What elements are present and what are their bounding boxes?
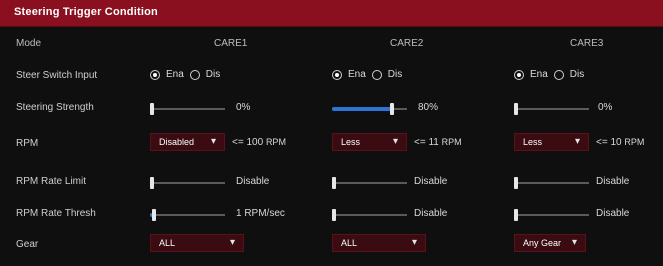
radio-dis-label: Dis	[205, 69, 221, 80]
slider-thumb[interactable]	[514, 103, 518, 115]
rpm-select-care2[interactable]: Less ▾	[332, 133, 407, 151]
rpm-op: <=	[232, 137, 244, 148]
title-bar: Steering Trigger Condition	[0, 0, 663, 27]
steering-trigger-panel: Steering Trigger Condition Mode CARE1 CA…	[0, 0, 663, 266]
slider-thumb[interactable]	[390, 103, 394, 115]
label-steer-switch-input: Steer Switch Input	[16, 70, 98, 81]
rpm-value: 100	[246, 137, 264, 148]
chevron-down-icon: ▾	[392, 136, 398, 147]
radio-dis-care1[interactable]	[189, 69, 200, 80]
label-rpm-rate-thresh: RPM Rate Thresh	[16, 208, 96, 219]
radio-ena-label: Ena	[348, 69, 366, 80]
radio-ena-care3[interactable]	[514, 69, 524, 80]
radio-ena-label: Ena	[530, 69, 548, 80]
slider-thumb[interactable]	[332, 209, 336, 221]
steering-strength-value-care3: 0%	[598, 102, 613, 113]
steer-switch-care2: Ena Dis	[332, 69, 402, 80]
slider-thumb[interactable]	[150, 103, 154, 115]
rpm-select-value: Disabled	[159, 137, 195, 147]
gear-select-value: Any Gear	[523, 238, 562, 248]
rpm-threshold-care3: <= 10 RPM	[596, 137, 644, 148]
radio-ena-care1[interactable]	[150, 69, 160, 80]
gear-select-care2[interactable]: ALL ▾	[332, 234, 426, 252]
rpm-threshold-care1: <= 100 RPM	[232, 137, 286, 148]
rpm-op: <=	[414, 137, 426, 148]
rpm-rate-limit-slider-care1[interactable]	[150, 177, 225, 189]
rpm-rate-thresh-slider-care3[interactable]	[514, 209, 589, 221]
steering-strength-slider-care2[interactable]	[332, 103, 407, 115]
column-mode: Mode	[16, 38, 42, 49]
steering-strength-value-care2: 80%	[418, 102, 439, 113]
label-gear: Gear	[16, 239, 39, 250]
slider-fill	[332, 107, 392, 111]
column-care2: CARE2	[390, 38, 424, 49]
radio-ena-care2[interactable]	[332, 69, 342, 80]
panel-title: Steering Trigger Condition	[14, 6, 158, 18]
chevron-down-icon: ▾	[210, 136, 216, 147]
rpm-select-care1[interactable]: Disabled ▾	[150, 133, 225, 151]
rpm-rate-thresh-value-care3: Disable	[596, 208, 630, 219]
gear-select-care1[interactable]: ALL ▾	[150, 234, 244, 252]
rpm-rate-limit-value-care3: Disable	[596, 176, 630, 187]
column-care1: CARE1	[214, 38, 248, 49]
gear-select-value: ALL	[159, 238, 176, 248]
rpm-unit: RPM	[265, 137, 286, 147]
gear-select-value: ALL	[341, 238, 358, 248]
rpm-rate-thresh-slider-care1[interactable]	[150, 209, 225, 221]
chevron-down-icon: ▾	[571, 237, 577, 248]
slider-thumb[interactable]	[151, 209, 156, 221]
label-rpm: RPM	[16, 138, 39, 149]
chevron-down-icon: ▾	[574, 136, 580, 147]
steering-strength-value-care1: 0%	[236, 102, 251, 113]
radio-dis-label: Dis	[387, 69, 403, 80]
steering-strength-slider-care1[interactable]	[150, 103, 225, 115]
rpm-select-value: Less	[341, 137, 361, 147]
rpm-value: 11	[428, 137, 439, 148]
radio-dis-care2[interactable]	[371, 69, 382, 80]
rpm-unit: RPM	[441, 137, 462, 147]
radio-ena-label: Ena	[166, 69, 184, 80]
label-rpm-rate-limit: RPM Rate Limit	[16, 176, 87, 187]
rpm-select-value: Less	[523, 137, 543, 147]
rpm-rate-limit-slider-care3[interactable]	[514, 177, 589, 189]
rpm-select-care3[interactable]: Less ▾	[514, 133, 589, 151]
slider-thumb[interactable]	[150, 177, 154, 189]
rpm-rate-thresh-slider-care2[interactable]	[332, 209, 407, 221]
rpm-unit: RPM	[624, 137, 645, 147]
chevron-down-icon: ▾	[411, 237, 417, 248]
slider-thumb[interactable]	[514, 177, 518, 189]
slider-thumb[interactable]	[332, 177, 336, 189]
chevron-down-icon: ▾	[229, 237, 235, 248]
rpm-value: 10	[610, 137, 622, 148]
steer-switch-care1: Ena Dis	[150, 69, 220, 80]
radio-dis-care3[interactable]	[553, 69, 564, 80]
steering-strength-slider-care3[interactable]	[514, 103, 589, 115]
label-steering-strength: Steering Strength	[16, 102, 94, 113]
rpm-rate-thresh-value-care2: Disable	[414, 208, 448, 219]
rpm-rate-limit-slider-care2[interactable]	[332, 177, 407, 189]
rpm-op: <=	[596, 137, 608, 148]
slider-thumb[interactable]	[514, 209, 518, 221]
rpm-rate-thresh-value-care1: 1 RPM/sec	[236, 208, 285, 219]
rpm-threshold-care2: <= 11 RPM	[414, 137, 462, 148]
rpm-rate-limit-value-care1: Disable	[236, 176, 270, 187]
column-care3: CARE3	[570, 38, 604, 49]
steer-switch-care3: Ena Dis	[514, 69, 584, 80]
gear-select-care3[interactable]: Any Gear ▾	[514, 234, 586, 252]
rpm-rate-limit-value-care2: Disable	[414, 176, 448, 187]
radio-dis-label: Dis	[569, 69, 585, 80]
